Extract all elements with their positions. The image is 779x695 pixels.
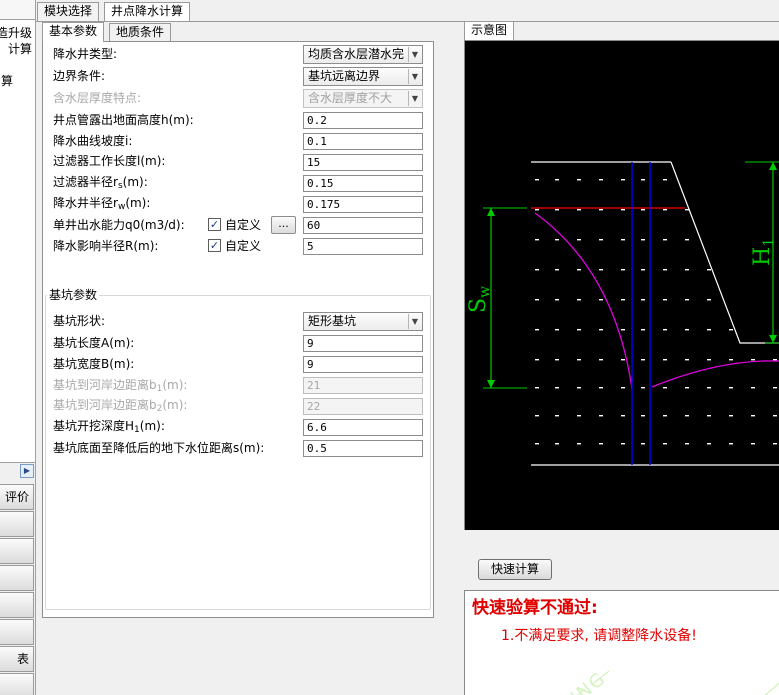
side-button-3[interactable]	[0, 538, 34, 564]
label-well-type: 降水井类型:	[53, 47, 118, 61]
parameter-panel: 基本参数 地质条件 降水井类型: 均质含水层潜水完 ▼ 边界条件: 基坑远离边界 ▼…	[40, 21, 459, 618]
h1-arrow-top	[769, 162, 777, 170]
A-input[interactable]: 9	[303, 335, 423, 352]
b2-input: 22	[303, 398, 423, 415]
pit-params-title: 基坑参数	[47, 288, 100, 302]
sw-label: Sw	[466, 286, 493, 313]
label-h: 井点管露出地面高度h(m):	[53, 113, 194, 127]
watermark-graphic: MING MI	[553, 668, 779, 695]
label-R: 降水影响半径R(m):	[53, 239, 159, 253]
result-panel: MING MI 快速验算不通过: 1.不满足要求, 请调整降水设备!	[464, 590, 779, 695]
label-B: 基坑宽度B(m):	[53, 357, 135, 371]
basic-params-form: 降水井类型: 均质含水层潜水完 ▼ 边界条件: 基坑远离边界 ▼ 含水层厚度特点: …	[42, 41, 434, 618]
i-input[interactable]: 0.1	[303, 133, 423, 150]
h1-label: H1	[750, 238, 777, 266]
well-type-value: 均质含水层潜水完	[308, 47, 405, 61]
quick-calc-button[interactable]: 快速计算	[478, 559, 552, 580]
drawdown-curve-left	[534, 212, 633, 390]
label-pit-shape: 基坑形状:	[53, 314, 106, 328]
label-aquifer: 含水层厚度特点:	[53, 91, 142, 105]
svg-text:MING: MING	[553, 668, 610, 695]
scroll-right-arrow-icon[interactable]: ▶	[20, 464, 34, 478]
label-s: 基坑底面至降低后的地下水位距离s(m):	[53, 441, 265, 455]
left-tree-panel: 改造升级 计算 算	[0, 20, 35, 463]
aquifer-select: 含水层厚度不大 ▼	[303, 89, 423, 108]
label-i: 降水曲线坡度i:	[53, 134, 133, 148]
l-input[interactable]: 15	[303, 154, 423, 171]
q0-custom-checkbox[interactable]: ✓	[208, 218, 221, 231]
tree-item-calc[interactable]: 计算	[8, 40, 32, 57]
b1-input: 21	[303, 377, 423, 394]
left-navigation-strip: 改造升级 计算 算 ▶ 评价 表	[0, 0, 36, 695]
label-rw: 降水井半径rw(m):	[53, 196, 151, 212]
sw-arrow-bottom	[487, 380, 495, 388]
side-button-6[interactable]	[0, 619, 34, 645]
side-button-2[interactable]	[0, 511, 34, 537]
label-b1: 基坑到河岸边距离b1(m):	[53, 378, 188, 394]
well-type-select[interactable]: 均质含水层潜水完 ▼	[303, 45, 423, 64]
side-button-5[interactable]	[0, 592, 34, 618]
soil-dot-pattern	[535, 179, 777, 445]
label-H1: 基坑开挖深度H1(m):	[53, 419, 165, 435]
R-input[interactable]: 5	[303, 238, 423, 255]
h1-arrow-bottom	[769, 335, 777, 343]
h-input[interactable]: 0.2	[303, 112, 423, 129]
label-boundary: 边界条件:	[53, 69, 106, 83]
chevron-down-icon: ▼	[408, 47, 421, 62]
label-l: 过滤器工作长度l(m):	[53, 154, 166, 168]
result-title: 快速验算不通过:	[472, 598, 598, 618]
rw-input[interactable]: 0.175	[303, 196, 423, 213]
rs-input[interactable]: 0.15	[303, 175, 423, 192]
tab-diagram[interactable]: 示意图	[464, 21, 515, 40]
boundary-value: 基坑远离边界	[308, 69, 381, 83]
tab-well-dewatering[interactable]: 井点降水计算	[104, 2, 191, 22]
label-A: 基坑长度A(m):	[53, 336, 135, 350]
schematic-svg: Sw H1	[466, 161, 779, 466]
left-tab-header	[0, 0, 35, 20]
side-button-evaluation[interactable]: 评价	[0, 484, 34, 510]
sw-arrow-top	[487, 208, 495, 216]
B-input[interactable]: 9	[303, 356, 423, 373]
side-button-8[interactable]	[0, 673, 34, 695]
svg-text:MI: MI	[745, 691, 778, 695]
tab-basic-params[interactable]: 基本参数	[42, 22, 105, 42]
side-button-4[interactable]	[0, 565, 34, 591]
drawdown-curve-right	[651, 360, 779, 388]
pit-shape-value: 矩形基坑	[308, 314, 357, 328]
schematic-diagram: Sw H1	[464, 40, 779, 530]
aquifer-value: 含水层厚度不大	[308, 91, 393, 105]
tab-module-select[interactable]: 模块选择	[37, 2, 100, 21]
result-message: 1.不满足要求, 请调整降水设备!	[501, 628, 697, 644]
chevron-down-icon: ▼	[408, 91, 421, 106]
label-b2: 基坑到河岸边距离b2(m):	[53, 398, 188, 414]
pit-shape-select[interactable]: 矩形基坑 ▼	[303, 312, 423, 331]
R-custom-checkbox[interactable]: ✓	[208, 239, 221, 252]
q0-input[interactable]: 60	[303, 217, 423, 234]
tree-item-calc-2[interactable]: 算	[1, 72, 13, 89]
tab-geology[interactable]: 地质条件	[109, 23, 172, 42]
q0-browse-button[interactable]: ...	[271, 216, 296, 234]
side-button-table[interactable]: 表	[0, 646, 34, 672]
label-q0: 单井出水能力q0(m3/d):	[53, 218, 185, 232]
chevron-down-icon: ▼	[408, 314, 421, 329]
label-rs: 过滤器半径rs(m):	[53, 175, 148, 191]
chevron-down-icon: ▼	[408, 69, 421, 84]
tree-item-upgrade[interactable]: 改造升级	[0, 24, 32, 41]
q0-custom-label: 自定义	[225, 218, 262, 232]
boundary-select[interactable]: 基坑远离边界 ▼	[303, 67, 423, 86]
R-custom-label: 自定义	[225, 239, 262, 253]
H1-input[interactable]: 6.6	[303, 419, 423, 436]
s-input[interactable]: 0.5	[303, 440, 423, 457]
